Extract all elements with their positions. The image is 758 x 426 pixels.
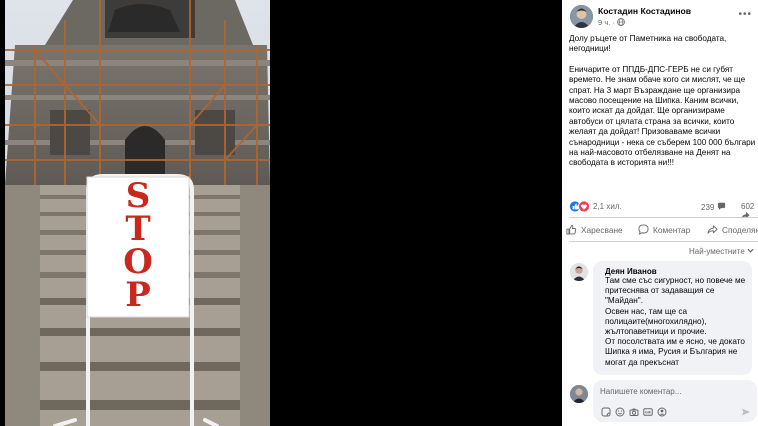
post-actions: Харесване Коментар Споделяне (562, 221, 758, 239)
share-icon (707, 225, 718, 234)
reactions-count[interactable]: 2,1 хил. (593, 202, 622, 211)
share-label: Споделяне (722, 224, 758, 235)
current-user-avatar (570, 385, 588, 403)
sort-label: Най-уместните (689, 247, 745, 256)
like-label: Харесване (581, 224, 623, 235)
chevron-down-icon (747, 248, 754, 253)
author-name[interactable]: Костадин Костадинов (598, 6, 691, 16)
share-button[interactable]: Споделяне (707, 224, 758, 235)
camera-icon[interactable] (629, 407, 639, 417)
author-avatar-image (570, 5, 593, 28)
shares-count[interactable]: 602 (741, 202, 755, 221)
comment-input-box: GIF (593, 380, 757, 422)
emoji-icon[interactable] (615, 407, 625, 417)
comment-composer: GIF (569, 380, 758, 426)
stop-sign-text: STOP (101, 176, 175, 315)
comment-line: Там сме със сигурност, но повече ме прит… (605, 276, 746, 306)
stop-letters: STOP (123, 176, 153, 315)
svg-text:GIF: GIF (645, 411, 652, 415)
more-options-button[interactable]: ••• (738, 9, 752, 20)
post-paragraph: Долу ръцете от Паметника на свободата, н… (569, 34, 727, 54)
post-meta: 9 ч. · (598, 18, 626, 27)
commenter-avatar[interactable] (570, 263, 588, 281)
post-header: Костадин Костадинов 9 ч. · ••• (570, 5, 756, 31)
commenter-avatar-image (570, 263, 588, 281)
post-paragraph: Еничарите от ППДБ-ДПС-ГЕРБ не си губят в… (569, 64, 756, 168)
divider (569, 217, 758, 218)
comment-input[interactable] (600, 384, 740, 398)
comment-text: Там сме със сигурност, но повече ме прит… (605, 276, 747, 368)
thumbs-up-icon (566, 224, 577, 235)
sticker-icon[interactable] (601, 407, 611, 417)
comment-button[interactable]: Коментар (638, 224, 690, 235)
love-reaction-icon (577, 200, 591, 213)
post-side-panel: Костадин Костадинов 9 ч. · ••• Долу ръце… (562, 0, 758, 426)
comment-bubble-icon (717, 202, 725, 210)
post-time[interactable]: 9 ч. (598, 18, 610, 27)
globe-icon (617, 18, 626, 26)
author-avatar[interactable] (570, 5, 593, 28)
comment-label: Коментар (653, 224, 691, 235)
shares-count-value: 602 (741, 202, 755, 211)
photo-viewer: STOP (0, 0, 562, 426)
divider (569, 241, 758, 242)
post-body: Долу ръцете от Паметника на свободата, н… (569, 34, 757, 179)
post-photo[interactable]: STOP (5, 0, 270, 426)
comment-bubble: Деян Иванов Там сме със сигурност, но по… (593, 261, 752, 375)
reactions-bar: 2,1 хил. 239 602 (568, 200, 755, 219)
current-user-avatar-image (570, 385, 588, 403)
comments-count[interactable]: 239 (701, 202, 726, 212)
share-arrow-icon (741, 211, 750, 219)
reaction-icons[interactable] (568, 200, 591, 215)
gif-icon[interactable]: GIF (643, 407, 653, 417)
send-icon[interactable] (741, 407, 751, 417)
comment-sort-dropdown[interactable]: Най-уместните (689, 247, 754, 256)
comment-line: От посолствата им е ясно, че докато Шипк… (605, 337, 745, 367)
avatar-sticker-icon[interactable] (657, 407, 667, 417)
comment-icon (638, 224, 649, 235)
commenter-name[interactable]: Деян Иванов (605, 267, 657, 276)
comments-count-value: 239 (701, 203, 715, 212)
comment-line: Освен нас, там ще са полицаите(многохиля… (605, 306, 707, 337)
like-button[interactable]: Харесване (566, 224, 623, 235)
comment-item: Деян Иванов Там сме със сигурност, но по… (569, 259, 758, 375)
